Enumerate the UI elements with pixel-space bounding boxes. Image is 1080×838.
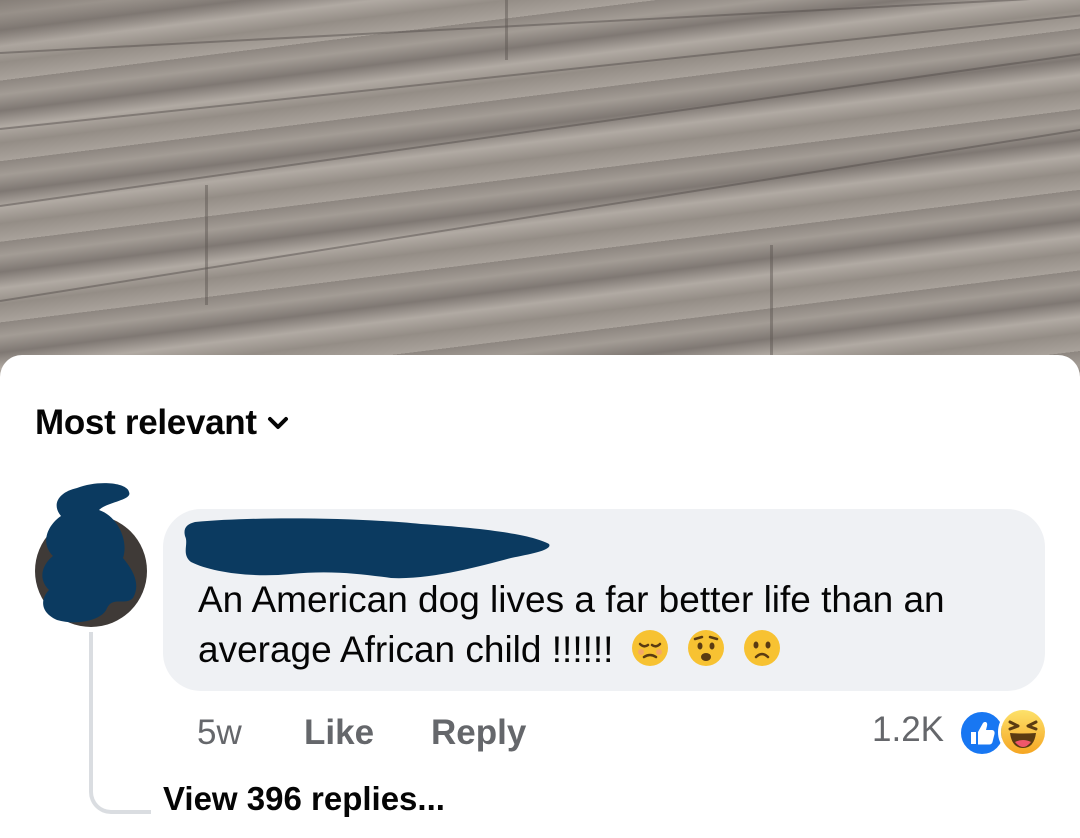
post-photo — [0, 0, 1080, 380]
chevron-down-icon — [267, 416, 289, 430]
reaction-icons — [958, 707, 1048, 757]
worried-face-icon — [687, 629, 725, 667]
comment-timestamp: 5w — [197, 713, 242, 752]
sort-label: Most relevant — [35, 403, 257, 442]
thread-connector — [89, 632, 151, 814]
commenter-name-redaction — [184, 518, 550, 579]
frowning-face-icon — [743, 629, 781, 667]
comment-text: An American dog lives a far better life … — [198, 575, 1028, 675]
view-replies-link[interactable]: View 396 replies... — [163, 780, 445, 818]
reply-button[interactable]: Reply — [431, 713, 526, 753]
like-button[interactable]: Like — [304, 713, 374, 753]
haha-reaction-icon — [998, 707, 1048, 757]
sort-dropdown[interactable]: Most relevant — [35, 403, 289, 443]
comment-body: An American dog lives a far better life … — [198, 579, 945, 670]
reaction-summary[interactable]: 1.2K — [872, 707, 1048, 757]
reaction-count: 1.2K — [872, 710, 944, 749]
avatar-redaction — [42, 483, 137, 623]
pensive-face-icon — [631, 629, 669, 667]
